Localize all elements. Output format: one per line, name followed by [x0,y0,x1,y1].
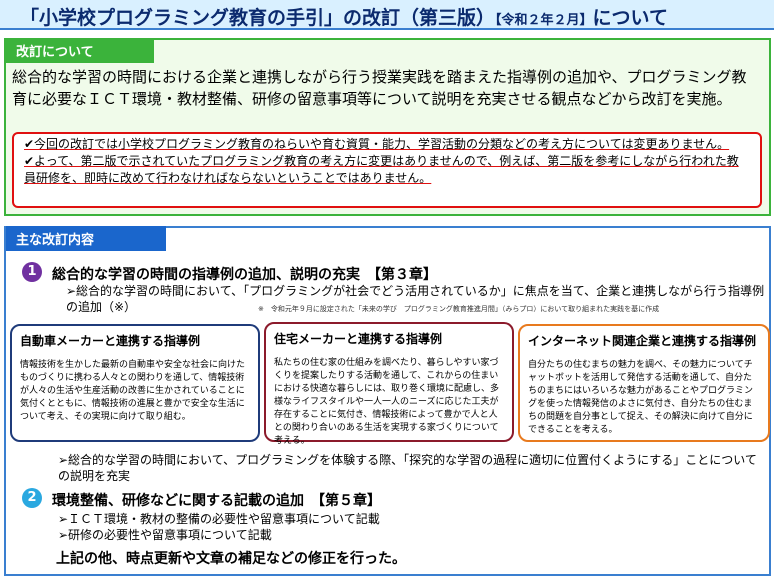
title-bar: 「小学校プログラミング教育の手引」の改訂（第三版）【令和２年２月】について [0,0,774,30]
card-automaker: 自動車メーカーと連携する指導例 情報技術を生かした最新の自動車や安全な社会に向け… [10,324,260,442]
revision-paragraph: 総合的な学習の時間における企業と連携しながら行う授業実践を踏まえた指導例の追加や… [12,68,747,108]
title-date: 【令和２年２月】 [495,13,593,28]
revision-tab: 改訂について [6,38,154,63]
revision-notes-box: ✔今回の改訂では小学校プログラミング教育のねらいや育む資質・能力、学習活動の分類… [12,132,762,208]
card-internet-title: インターネット関連企業と連携する指導例 [528,334,757,348]
item2-heading: 環境整備、研修などに関する記載の追加 【第５章】 [52,493,381,509]
item2-bullet-1: ➢ＩＣＴ環境・教材の整備の必要性や留意事項について記載 [58,512,380,526]
card-internet: インターネット関連企業と連携する指導例 自分たちの住むまちの魅力を調べ、その魅力… [518,324,770,442]
revision-note-2: ✔よって、第二版で示されていたプログラミング教育の考え方に変更はありませんので、… [24,154,739,185]
title-main: 「小学校プログラミング教育の手引」の改訂（第三版） [20,7,496,29]
revision-section: 改訂について 総合的な学習の時間における企業と連携しながら行う授業実践を踏まえた… [4,38,771,216]
main-changes-section: 主な改訂内容 1 総合的な学習の時間の指導例の追加、説明の充実 【第３章】 ➢総… [4,226,771,576]
item1-after: ➢総合的な学習の時間において、プログラミングを体験する際、「探究的な学習の過程に… [58,453,757,483]
main-changes-tab: 主な改訂内容 [6,226,166,251]
title-suffix: について [592,7,668,29]
card-internet-body: 自分たちの住むまちの魅力を調べ、その魅力についてチャットボットを活用して発信する… [528,360,754,435]
card-housing-title: 住宅メーカーと連携する指導例 [274,332,443,346]
item1-footnote: ※ 令和元年９月に設定された「未来の学び プログラミング教育推進月間」（みらプロ… [258,305,660,313]
card-automaker-title: 自動車メーカーと連携する指導例 [20,334,201,348]
item1-number-badge: 1 [22,262,42,282]
item1-heading: 総合的な学習の時間の指導例の追加、説明の充実 【第３章】 [52,267,437,283]
card-housing-body: 私たちの住む家の仕組みを調べたり、暮らしやすい家づくりを提案したりする活動を通し… [274,358,500,446]
item2-number-badge: 2 [22,488,42,508]
page-title: 「小学校プログラミング教育の手引」の改訂（第三版）【令和２年２月】について [20,3,668,30]
item2-bullet-2: ➢研修の必要性や留意事項について記載 [58,528,272,542]
card-automaker-body: 情報技術を生かした最新の自動車や安全な社会に向けたものづくりに携わる人々との関わ… [20,360,246,422]
closing-text: 上記の他、時点更新や文章の補足などの修正を行った。 [56,551,406,567]
revision-note-1: ✔今回の改訂では小学校プログラミング教育のねらいや育む資質・能力、学習活動の分類… [24,137,730,151]
card-housing: 住宅メーカーと連携する指導例 私たちの住む家の仕組みを調べたり、暮らしやすい家づ… [264,322,514,446]
